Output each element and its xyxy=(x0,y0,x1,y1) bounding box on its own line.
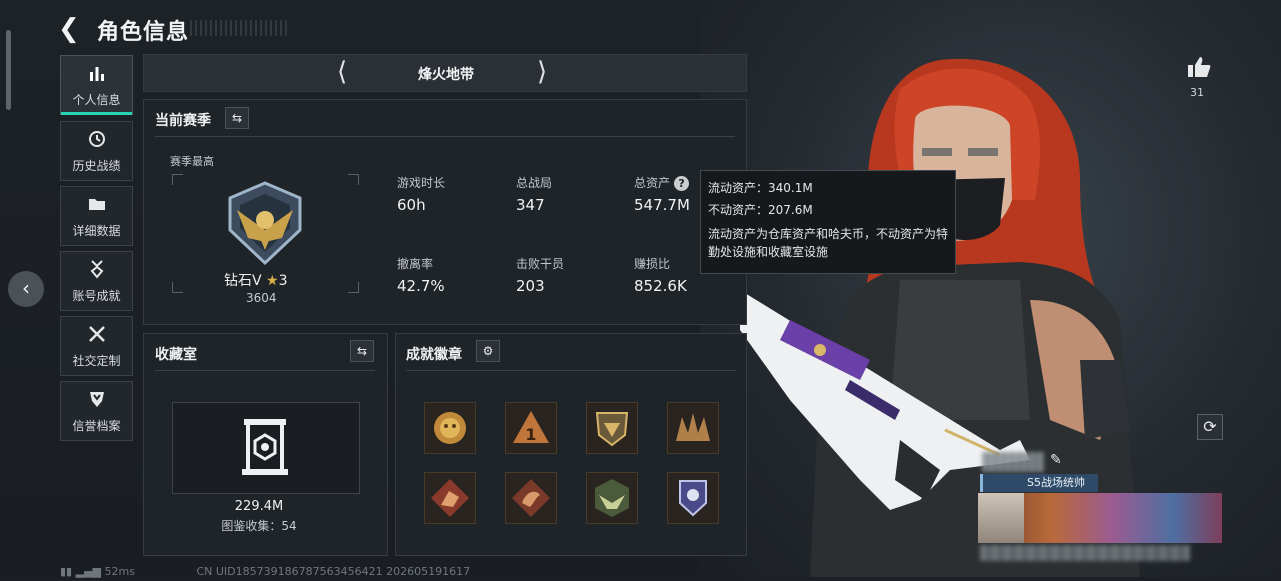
shield-icon xyxy=(61,389,132,415)
chevron-right-icon[interactable]: ⟩ xyxy=(537,57,547,87)
collection-display-icon xyxy=(242,419,288,475)
sidebar-item-label: 个人信息 xyxy=(72,93,121,107)
sidebar-item-details[interactable]: 详细数据 xyxy=(60,186,133,246)
edge-scroll-indicator xyxy=(6,30,11,110)
rank-points: 3604 xyxy=(246,291,277,305)
ping-value: 52ms xyxy=(104,565,135,578)
stat-value: 42.7% xyxy=(397,277,445,295)
tooltip-description: 流动资产为仓库资产和哈夫币，不动资产为特勤处设施和收藏室设施 xyxy=(708,227,949,259)
pencil-icon[interactable]: ✎ xyxy=(1050,452,1062,468)
tools-icon xyxy=(61,324,132,350)
stat-value: 347 xyxy=(516,196,545,214)
rank-one-badge-icon[interactable]: 1 xyxy=(505,402,557,454)
sidebar-item-social[interactable]: 社交定制 xyxy=(60,316,133,376)
stat-value: 547.7M xyxy=(634,196,690,214)
rank-stars: 3 xyxy=(278,273,288,289)
sidebar-item-label: 信誉档案 xyxy=(72,419,121,433)
frame-corner xyxy=(348,282,359,293)
blurred-info xyxy=(980,545,1190,561)
stat-value: 60h xyxy=(397,196,426,214)
map-name: 烽火地带 xyxy=(418,67,474,83)
season-best-label: 赛季最高 xyxy=(170,155,214,168)
crest-badge-icon[interactable] xyxy=(586,402,638,454)
rotate-icon[interactable]: ⟳ xyxy=(1197,414,1223,440)
rank-name: 钻石V ★3 xyxy=(224,270,288,290)
previous-page-button[interactable]: ‹ xyxy=(8,271,44,307)
medal-icon xyxy=(61,259,132,285)
tooltip-liquid-assets: 流动资产：340.1M xyxy=(708,181,813,195)
sidebar-item-label: 历史战绩 xyxy=(72,159,121,173)
divider xyxy=(406,370,736,371)
sidebar-item-achievements[interactable]: 账号成就 xyxy=(60,251,133,311)
swap-season-button[interactable]: ⇆ xyxy=(225,107,249,129)
clock-icon xyxy=(61,129,132,155)
tooltip-fixed-assets: 不动资产：207.6M xyxy=(708,203,813,217)
police-badge-icon[interactable] xyxy=(667,472,719,524)
player-name-blurred xyxy=(982,452,1044,472)
sidebar-item-history[interactable]: 历史战绩 xyxy=(60,121,133,181)
stat-label: 总资产? xyxy=(634,174,690,191)
sidebar-item-reputation[interactable]: 信誉档案 xyxy=(60,381,133,441)
eagle-badge-icon[interactable] xyxy=(586,472,638,524)
sidebar-item-label: 详细数据 xyxy=(72,224,121,238)
collection-count: 图鉴收集：54 xyxy=(221,519,297,533)
help-icon[interactable]: ? xyxy=(674,176,690,191)
asset-tooltip: 流动资产：340.1M 不动资产：207.6M 流动资产为仓库资产和哈夫币，不动… xyxy=(700,170,956,274)
sidebar-item-label: 社交定制 xyxy=(72,354,121,368)
map-selector: ⟨ 烽火地带 ⟩ xyxy=(143,54,747,92)
stat-label: 总战局 xyxy=(516,176,553,190)
achievements-title: 成就徽章 xyxy=(406,347,462,363)
sidebar-item-personal-info[interactable]: 个人信息 xyxy=(60,55,133,115)
gold-tiger-badge-icon[interactable] xyxy=(424,402,476,454)
climber-badge-icon[interactable] xyxy=(424,472,476,524)
stat-label-text: 总资产 xyxy=(634,176,671,190)
stat-label: 撤离率 xyxy=(397,257,434,271)
collection-title: 收藏室 xyxy=(155,347,197,363)
frame-corner xyxy=(348,174,359,185)
star-icon: ★ xyxy=(266,273,279,289)
signal-icon: ▂▄▆ xyxy=(75,565,101,578)
page-title: 角色信息 xyxy=(97,20,190,45)
footer-status: ▮▮ ▂▄▆ 52ms CN UID185739186787563456421 … xyxy=(60,565,470,578)
collection-value: 229.4M xyxy=(234,499,284,514)
divider xyxy=(155,136,735,137)
sidebar-item-label: 账号成就 xyxy=(72,289,121,303)
battery-icon: ▮▮ xyxy=(60,565,73,578)
spikes-badge-icon[interactable] xyxy=(667,402,719,454)
title-badge: S5战场统帅 xyxy=(980,474,1098,492)
stat-label: 击败干员 xyxy=(516,257,565,271)
rank-emblem-icon xyxy=(228,181,302,266)
stat-label: 游戏时长 xyxy=(397,176,446,190)
season-title: 当前赛季 xyxy=(155,113,211,129)
like-count: 31 xyxy=(1190,86,1204,99)
stat-value: 852.6K xyxy=(634,277,687,295)
bar-chart-icon xyxy=(61,63,132,89)
frame-corner xyxy=(172,282,183,293)
divider xyxy=(155,370,375,371)
stat-label: 赚损比 xyxy=(634,257,671,271)
thumbs-up-icon[interactable] xyxy=(1186,54,1212,84)
back-arrow-icon[interactable]: ❮ xyxy=(58,14,80,44)
gear-icon[interactable]: ⚙ xyxy=(476,340,500,362)
avatar[interactable] xyxy=(978,493,1024,543)
uid-text: CN UID185739186787563456421 202605191617 xyxy=(196,565,471,578)
stat-value: 203 xyxy=(516,277,545,295)
swap-collection-button[interactable]: ⇆ xyxy=(350,340,374,362)
folder-icon xyxy=(61,194,132,220)
title-decoration xyxy=(190,20,290,36)
rank-tier: 钻石V xyxy=(224,273,262,289)
frame-corner xyxy=(172,174,183,185)
svg-text:1: 1 xyxy=(525,425,536,444)
dragon-badge-icon[interactable] xyxy=(505,472,557,524)
